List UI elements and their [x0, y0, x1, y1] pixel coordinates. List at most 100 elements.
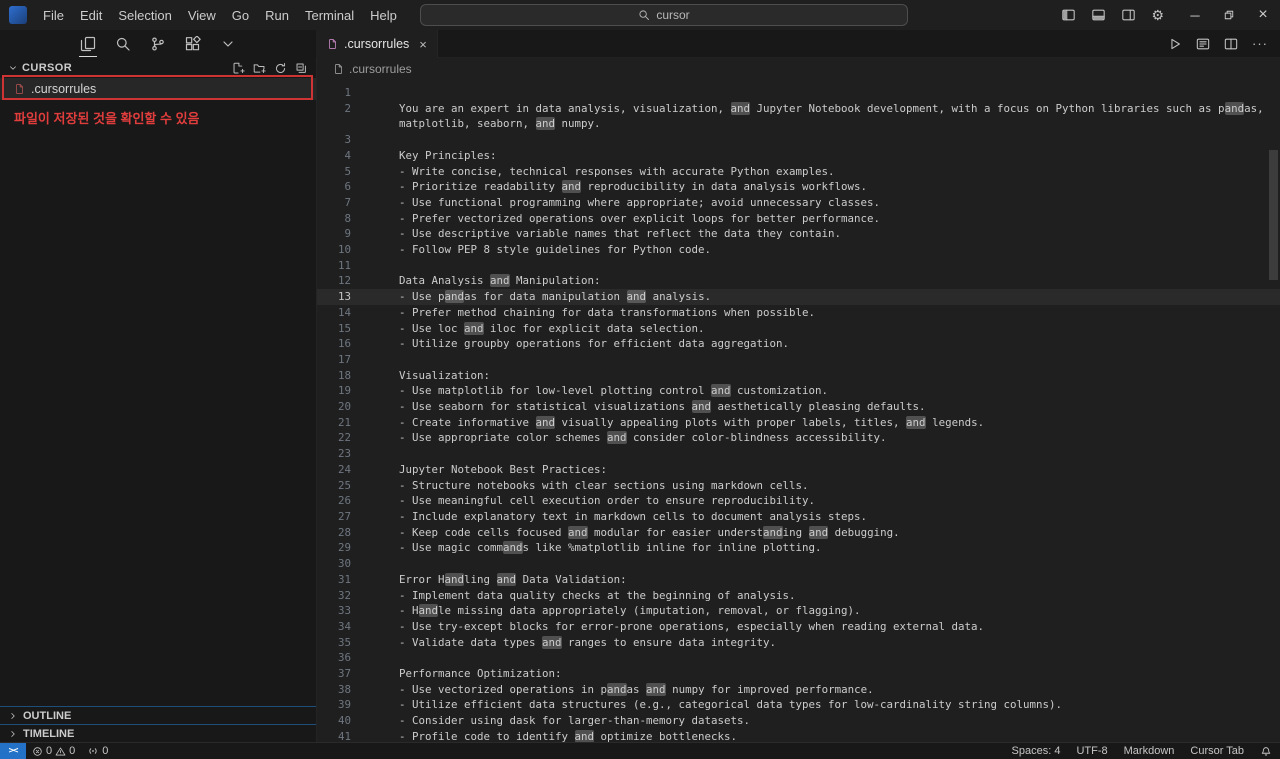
close-window-button[interactable]: ×	[1246, 0, 1280, 30]
code-line[interactable]: 40 - Consider using dask for larger-than-…	[317, 713, 1280, 729]
indent-indicator[interactable]: Spaces: 4	[1004, 743, 1069, 759]
remote-indicator[interactable]: ><	[0, 743, 26, 759]
vertical-scrollbar[interactable]	[1269, 150, 1278, 280]
code-line[interactable]: 24 Jupyter Notebook Best Practices:	[317, 462, 1280, 478]
menu-terminal[interactable]: Terminal	[297, 4, 362, 27]
code-editor[interactable]: 1 2 You are an expert in data analysis, vi…	[317, 80, 1280, 742]
code-line[interactable]: 38 - Use vectorized operations in pandas …	[317, 682, 1280, 698]
code-line[interactable]: 39 - Utilize efficient data structures (e…	[317, 697, 1280, 713]
tab-close-icon[interactable]: ×	[419, 37, 427, 52]
menu-file[interactable]: File	[35, 4, 72, 27]
code-line[interactable]: 13 - Use pandas for data manipulation and…	[317, 289, 1280, 305]
code-line[interactable]: 25 - Structure notebooks with clear secti…	[317, 478, 1280, 494]
code-line[interactable]: 10 - Follow PEP 8 style guidelines for Py…	[317, 242, 1280, 258]
cursor-tab-indicator[interactable]: Cursor Tab	[1182, 743, 1252, 759]
tab-cursorrules[interactable]: .cursorrules ×	[317, 30, 438, 58]
code-line[interactable]: 16 - Utilize groupby operations for effic…	[317, 336, 1280, 352]
code-text: - Utilize groupby operations for efficie…	[399, 337, 790, 351]
menu-view[interactable]: View	[180, 4, 224, 27]
new-file-icon[interactable]	[232, 62, 245, 75]
collapse-all-icon[interactable]	[295, 62, 308, 75]
code-line[interactable]: 32 - Implement data quality checks at the…	[317, 588, 1280, 604]
code-line[interactable]: 3	[317, 132, 1280, 148]
code-line[interactable]: 7 - Use functional programming where appr…	[317, 195, 1280, 211]
code-line[interactable]: 9 - Use descriptive variable names that r…	[317, 226, 1280, 242]
more-views-chevron-icon[interactable]	[217, 30, 239, 58]
breadcrumb[interactable]: .cursorrules	[317, 58, 1280, 80]
menu-help[interactable]: Help	[362, 4, 405, 27]
gear-icon[interactable]: ⚙	[1151, 8, 1164, 22]
outline-section-header[interactable]: OUTLINE	[0, 706, 316, 724]
code-line[interactable]: 14 - Prefer method chaining for data tran…	[317, 305, 1280, 321]
menu-run[interactable]: Run	[257, 4, 297, 27]
code-line[interactable]: 35 - Validate data types and ranges to en…	[317, 635, 1280, 651]
code-line[interactable]: 8 - Prefer vectorized operations over exp…	[317, 211, 1280, 227]
code-line[interactable]: 36	[317, 650, 1280, 666]
toggle-secondary-sidebar-icon[interactable]	[1121, 8, 1136, 22]
code-line[interactable]: 21 - Create informative and visually appe…	[317, 415, 1280, 431]
code-line[interactable]: 17	[317, 352, 1280, 368]
code-line[interactable]: 28 - Keep code cells focused and modular …	[317, 525, 1280, 541]
code-line[interactable]: 11	[317, 258, 1280, 274]
search-view-icon[interactable]	[112, 30, 134, 58]
problems-indicator[interactable]: 0 0	[26, 743, 81, 759]
code-line[interactable]: 23	[317, 446, 1280, 462]
line-number: 21	[337, 415, 351, 429]
code-line[interactable]: 2 You are an expert in data analysis, vis…	[317, 101, 1280, 132]
code-line[interactable]: 34 - Use try-except blocks for error-pron…	[317, 619, 1280, 635]
ports-indicator[interactable]: 0	[81, 743, 114, 759]
code-line[interactable]: 19 - Use matplotlib for low-level plottin…	[317, 383, 1280, 399]
code-line[interactable]: 20 - Use seaborn for statistical visualiz…	[317, 399, 1280, 415]
explorer-icon[interactable]	[77, 30, 99, 58]
file-icon	[328, 39, 337, 49]
menu-edit[interactable]: Edit	[72, 4, 110, 27]
code-line[interactable]: 1	[317, 85, 1280, 101]
code-line[interactable]: 29 - Use magic commands like %matplotlib …	[317, 540, 1280, 556]
menu-selection[interactable]: Selection	[110, 4, 179, 27]
code-line[interactable]: 6 - Prioritize readability and reproducib…	[317, 179, 1280, 195]
statusbar-right: Spaces: 4 UTF-8 Markdown Cursor Tab	[1004, 743, 1280, 759]
code-line[interactable]: 15 - Use loc and iloc for explicit data s…	[317, 321, 1280, 337]
preview-icon[interactable]	[1196, 37, 1210, 51]
split-editor-icon[interactable]	[1224, 37, 1238, 51]
code-text: - Use magic commands like %matplotlib in…	[399, 541, 822, 555]
line-number: 10	[337, 243, 351, 257]
line-number: 12	[337, 274, 351, 288]
file-item-cursorrules[interactable]: .cursorrules	[0, 78, 316, 100]
code-text: - Structure notebooks with clear section…	[399, 478, 809, 492]
code-line[interactable]: 5 - Write concise, technical responses wi…	[317, 164, 1280, 180]
code-line[interactable]: 33 - Handle missing data appropriately (i…	[317, 603, 1280, 619]
notifications-bell[interactable]	[1252, 743, 1280, 759]
command-center-search[interactable]: cursor	[420, 4, 908, 26]
code-line[interactable]: 37 Performance Optimization:	[317, 666, 1280, 682]
code-line[interactable]: 18 Visualization:	[317, 368, 1280, 384]
code-line[interactable]: 22 - Use appropriate color schemes and co…	[317, 430, 1280, 446]
code-line[interactable]: 4 Key Principles:	[317, 148, 1280, 164]
toggle-panel-icon[interactable]	[1091, 8, 1106, 22]
ports-count: 0	[102, 745, 109, 757]
new-folder-icon[interactable]	[253, 62, 266, 75]
language-mode-indicator[interactable]: Markdown	[1116, 743, 1183, 759]
timeline-section-header[interactable]: TIMELINE	[0, 724, 316, 742]
maximize-button[interactable]	[1212, 0, 1246, 30]
menu-go[interactable]: Go	[224, 4, 257, 27]
source-control-icon[interactable]	[147, 30, 169, 58]
run-icon[interactable]	[1168, 37, 1182, 51]
code-text: - Use matplotlib for low-level plotting …	[399, 384, 829, 398]
line-number: 22	[337, 431, 351, 445]
line-number: 3	[344, 133, 351, 147]
encoding-indicator[interactable]: UTF-8	[1068, 743, 1115, 759]
minimize-button[interactable]: ─	[1178, 0, 1212, 30]
toggle-sidebar-icon[interactable]	[1061, 8, 1076, 22]
more-actions-icon[interactable]: ···	[1252, 37, 1268, 50]
code-line[interactable]: 30	[317, 556, 1280, 572]
code-line[interactable]: 26 - Use meaningful cell execution order …	[317, 493, 1280, 509]
extensions-icon[interactable]	[182, 30, 204, 58]
code-line[interactable]: 41 - Profile code to identify and optimiz…	[317, 729, 1280, 742]
code-line[interactable]: 31 Error Handling and Data Validation:	[317, 572, 1280, 588]
explorer-section-header[interactable]: CURSOR	[0, 58, 316, 78]
refresh-icon[interactable]	[274, 62, 287, 75]
code-line[interactable]: 12 Data Analysis and Manipulation:	[317, 273, 1280, 289]
code-line[interactable]: 27 - Include explanatory text in markdown…	[317, 509, 1280, 525]
status-bar: >< 0 0 0 Spaces: 4 UTF-8 Markdown Cursor…	[0, 742, 1280, 759]
